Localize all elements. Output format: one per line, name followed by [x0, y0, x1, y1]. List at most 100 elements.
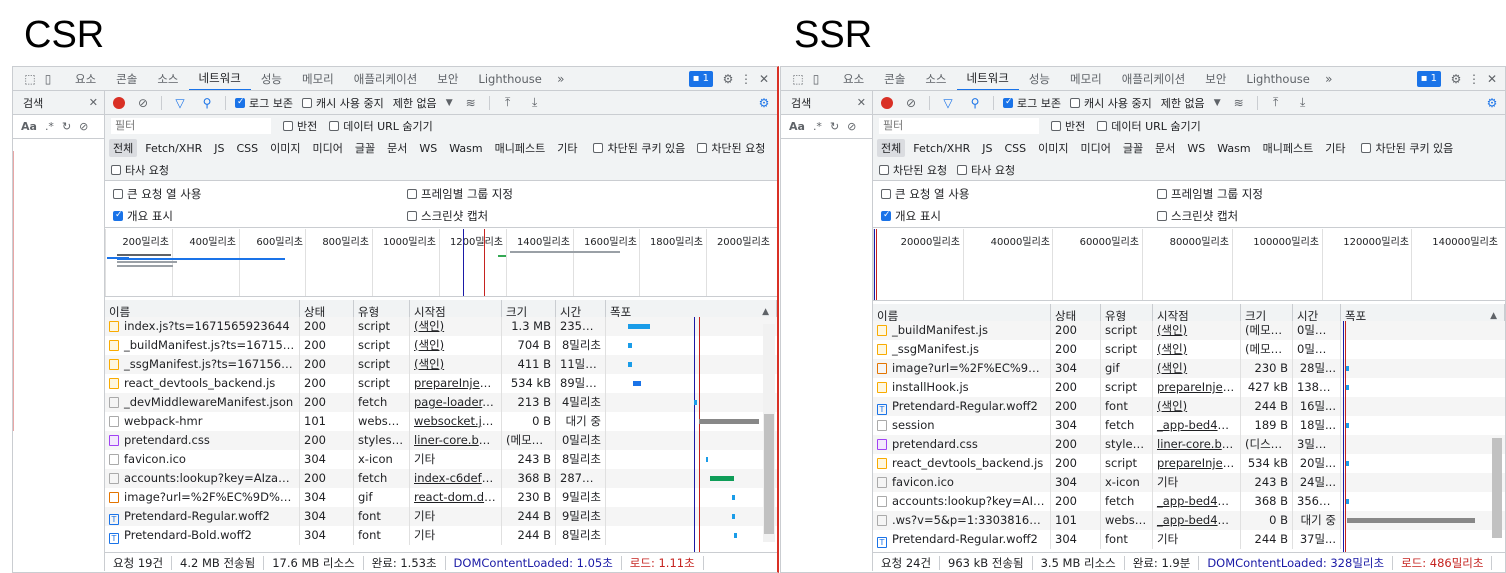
network-settings-icon[interactable]: ⚙: [1483, 96, 1501, 110]
cell-시작점[interactable]: prepareInjectio...: [410, 374, 502, 393]
tab-2[interactable]: 소스: [915, 67, 956, 90]
close-icon[interactable]: ✕: [755, 72, 773, 86]
blocked-cookies-checkbox[interactable]: 차단된 쿠키 있음: [1361, 140, 1453, 156]
throttle-select[interactable]: 제한 없음: [1161, 95, 1205, 111]
table-row[interactable]: image?url=%2F%EC%9D%B4%E... 304 gif react-d…: [105, 488, 777, 507]
clear-icon[interactable]: ⊘: [847, 120, 856, 133]
type-filter-0[interactable]: 전체: [109, 139, 138, 157]
tab-4[interactable]: 성능: [251, 67, 292, 90]
table-row[interactable]: session 304 fetch _app-bed46e4... 189 B 18밀..…: [873, 416, 1505, 435]
type-filter-11[interactable]: 기타: [553, 139, 581, 157]
more-tabs-icon[interactable]: »: [552, 72, 570, 86]
cell-시작점[interactable]: 기타: [410, 526, 502, 545]
tab-1[interactable]: 콘솔: [106, 67, 147, 90]
tab-5[interactable]: 메모리: [1060, 67, 1112, 90]
tab-8[interactable]: Lighthouse: [468, 67, 551, 90]
issues-badge[interactable]: ▪ 1: [1416, 70, 1441, 87]
table-row[interactable]: react_devtools_backend.js 200 script prepar…: [105, 374, 777, 393]
table-row[interactable]: accounts:lookup?key=AIzaSyAfx... 200 fetch…: [105, 469, 777, 488]
cell-시작점[interactable]: page-loader.js?...: [410, 393, 502, 412]
type-filter-8[interactable]: WS: [1183, 141, 1209, 156]
table-row[interactable]: pretendard.css 200 styleshe... liner-core.b…: [105, 431, 777, 450]
type-filter-11[interactable]: 기타: [1321, 139, 1349, 157]
type-filter-6[interactable]: 글꼴: [351, 139, 379, 157]
search-icon[interactable]: ⚲: [966, 96, 984, 110]
settings-icon[interactable]: ⚙: [1447, 72, 1465, 86]
close-icon[interactable]: ✕: [1483, 72, 1501, 86]
disable-cache-checkbox[interactable]: 캐시 사용 중지: [1069, 95, 1152, 111]
table-row[interactable]: pretendard.css 200 stylesh... liner-core.be…: [873, 435, 1505, 454]
cell-시작점[interactable]: 기타: [1153, 530, 1241, 549]
cell-시작점[interactable]: (색인): [410, 317, 502, 336]
device-toolbar-icon[interactable]: ▯: [39, 72, 57, 86]
preserve-log-checkbox[interactable]: 로그 보존: [235, 95, 293, 111]
option-overview[interactable]: 개요 표시: [113, 208, 173, 224]
tab-3[interactable]: 네트워크: [956, 67, 1019, 90]
close-search-icon[interactable]: ✕: [89, 96, 98, 109]
menu-icon[interactable]: ⋮: [1465, 72, 1483, 86]
import-icon[interactable]: ⤒: [499, 95, 517, 110]
filter-icon[interactable]: ▽: [939, 96, 957, 110]
scroll-thumb[interactable]: [1492, 438, 1502, 538]
cell-시작점[interactable]: 기타: [410, 450, 502, 469]
type-filter-1[interactable]: Fetch/XHR: [141, 141, 206, 156]
more-tabs-icon[interactable]: »: [1320, 72, 1338, 86]
cell-시작점[interactable]: react-dom.deve...: [410, 488, 502, 507]
import-icon[interactable]: ⤒: [1267, 95, 1285, 110]
device-toolbar-icon[interactable]: ▯: [807, 72, 825, 86]
table-row[interactable]: T Pretendard-Regular.woff2 304 font 기타 244 B 3…: [873, 530, 1505, 549]
option-group_frame[interactable]: 프레임별 그룹 지정: [407, 186, 513, 202]
chevron-down-icon[interactable]: ▼: [1214, 98, 1221, 108]
third-party-checkbox[interactable]: 타사 요청: [111, 162, 169, 178]
type-filter-7[interactable]: 문서: [383, 139, 411, 157]
cell-시작점[interactable]: websocket.js?a...: [410, 412, 502, 431]
settings-icon[interactable]: ⚙: [719, 72, 737, 86]
close-search-icon[interactable]: ✕: [857, 96, 866, 109]
record-button[interactable]: [113, 96, 125, 109]
search-icon[interactable]: ⚲: [198, 96, 216, 110]
table-row[interactable]: accounts:lookup?key=AIzaSyA... 200 fetch _a…: [873, 492, 1505, 511]
inspect-icon[interactable]: ⬚: [789, 72, 807, 86]
type-filter-3[interactable]: CSS: [1000, 141, 1030, 156]
tab-8[interactable]: Lighthouse: [1236, 67, 1319, 90]
cell-시작점[interactable]: index-c6def6da...: [410, 469, 502, 488]
tab-3[interactable]: 네트워크: [188, 67, 251, 90]
type-filter-4[interactable]: 이미지: [1034, 139, 1072, 157]
option-big_rows[interactable]: 큰 요청 열 사용: [881, 186, 969, 202]
filter-input[interactable]: [111, 118, 271, 134]
table-row[interactable]: favicon.ico 304 x-icon 기타 243 B 8밀리초: [105, 450, 777, 469]
refresh-icon[interactable]: ↻: [830, 120, 839, 133]
table-row[interactable]: T Pretendard-Regular.woff2 200 font (색인) 244 …: [873, 397, 1505, 416]
inspect-icon[interactable]: ⬚: [21, 72, 39, 86]
tab-2[interactable]: 소스: [147, 67, 188, 90]
type-filter-5[interactable]: 미디어: [1077, 139, 1115, 157]
type-filter-7[interactable]: 문서: [1151, 139, 1179, 157]
type-filter-6[interactable]: 글꼴: [1119, 139, 1147, 157]
table-row[interactable]: _ssgManifest.js 200 script (색인) (메모리... 0밀리초: [873, 340, 1505, 359]
record-button[interactable]: [881, 96, 893, 109]
tab-0[interactable]: 요소: [833, 67, 874, 90]
wifi-icon[interactable]: ≋: [462, 96, 480, 110]
issues-badge[interactable]: ▪ 1: [688, 70, 713, 87]
type-filter-4[interactable]: 이미지: [266, 139, 304, 157]
type-filter-0[interactable]: 전체: [877, 139, 906, 157]
throttle-select[interactable]: 제한 없음: [393, 95, 437, 111]
export-icon[interactable]: ⤓: [1294, 95, 1312, 110]
wifi-icon[interactable]: ≋: [1230, 96, 1248, 110]
cell-시작점[interactable]: (색인): [1153, 397, 1241, 416]
type-filter-5[interactable]: 미디어: [309, 139, 347, 157]
hide-data-urls-checkbox[interactable]: 데이터 URL 숨기기: [329, 118, 433, 134]
cell-시작점[interactable]: (색인): [410, 336, 502, 355]
type-filter-9[interactable]: Wasm: [445, 141, 486, 156]
menu-icon[interactable]: ⋮: [737, 72, 755, 86]
preserve-log-checkbox[interactable]: 로그 보존: [1003, 95, 1061, 111]
third-party-checkbox[interactable]: 타사 요청: [957, 162, 1015, 178]
table-row[interactable]: _buildManifest.js 200 script (색인) (메모리... 0밀리…: [873, 321, 1505, 340]
table-row[interactable]: image?url=%2F%EC%9D%B4... 304 gif (색인) 230 B…: [873, 359, 1505, 378]
option-screenshots[interactable]: 스크린샷 캡처: [407, 208, 488, 224]
export-icon[interactable]: ⤓: [526, 95, 544, 110]
regex-toggle[interactable]: .*: [813, 120, 822, 133]
refresh-icon[interactable]: ↻: [62, 120, 71, 133]
cell-시작점[interactable]: liner-core.be.js:...: [410, 431, 502, 450]
tab-6[interactable]: 애플리케이션: [344, 67, 427, 90]
